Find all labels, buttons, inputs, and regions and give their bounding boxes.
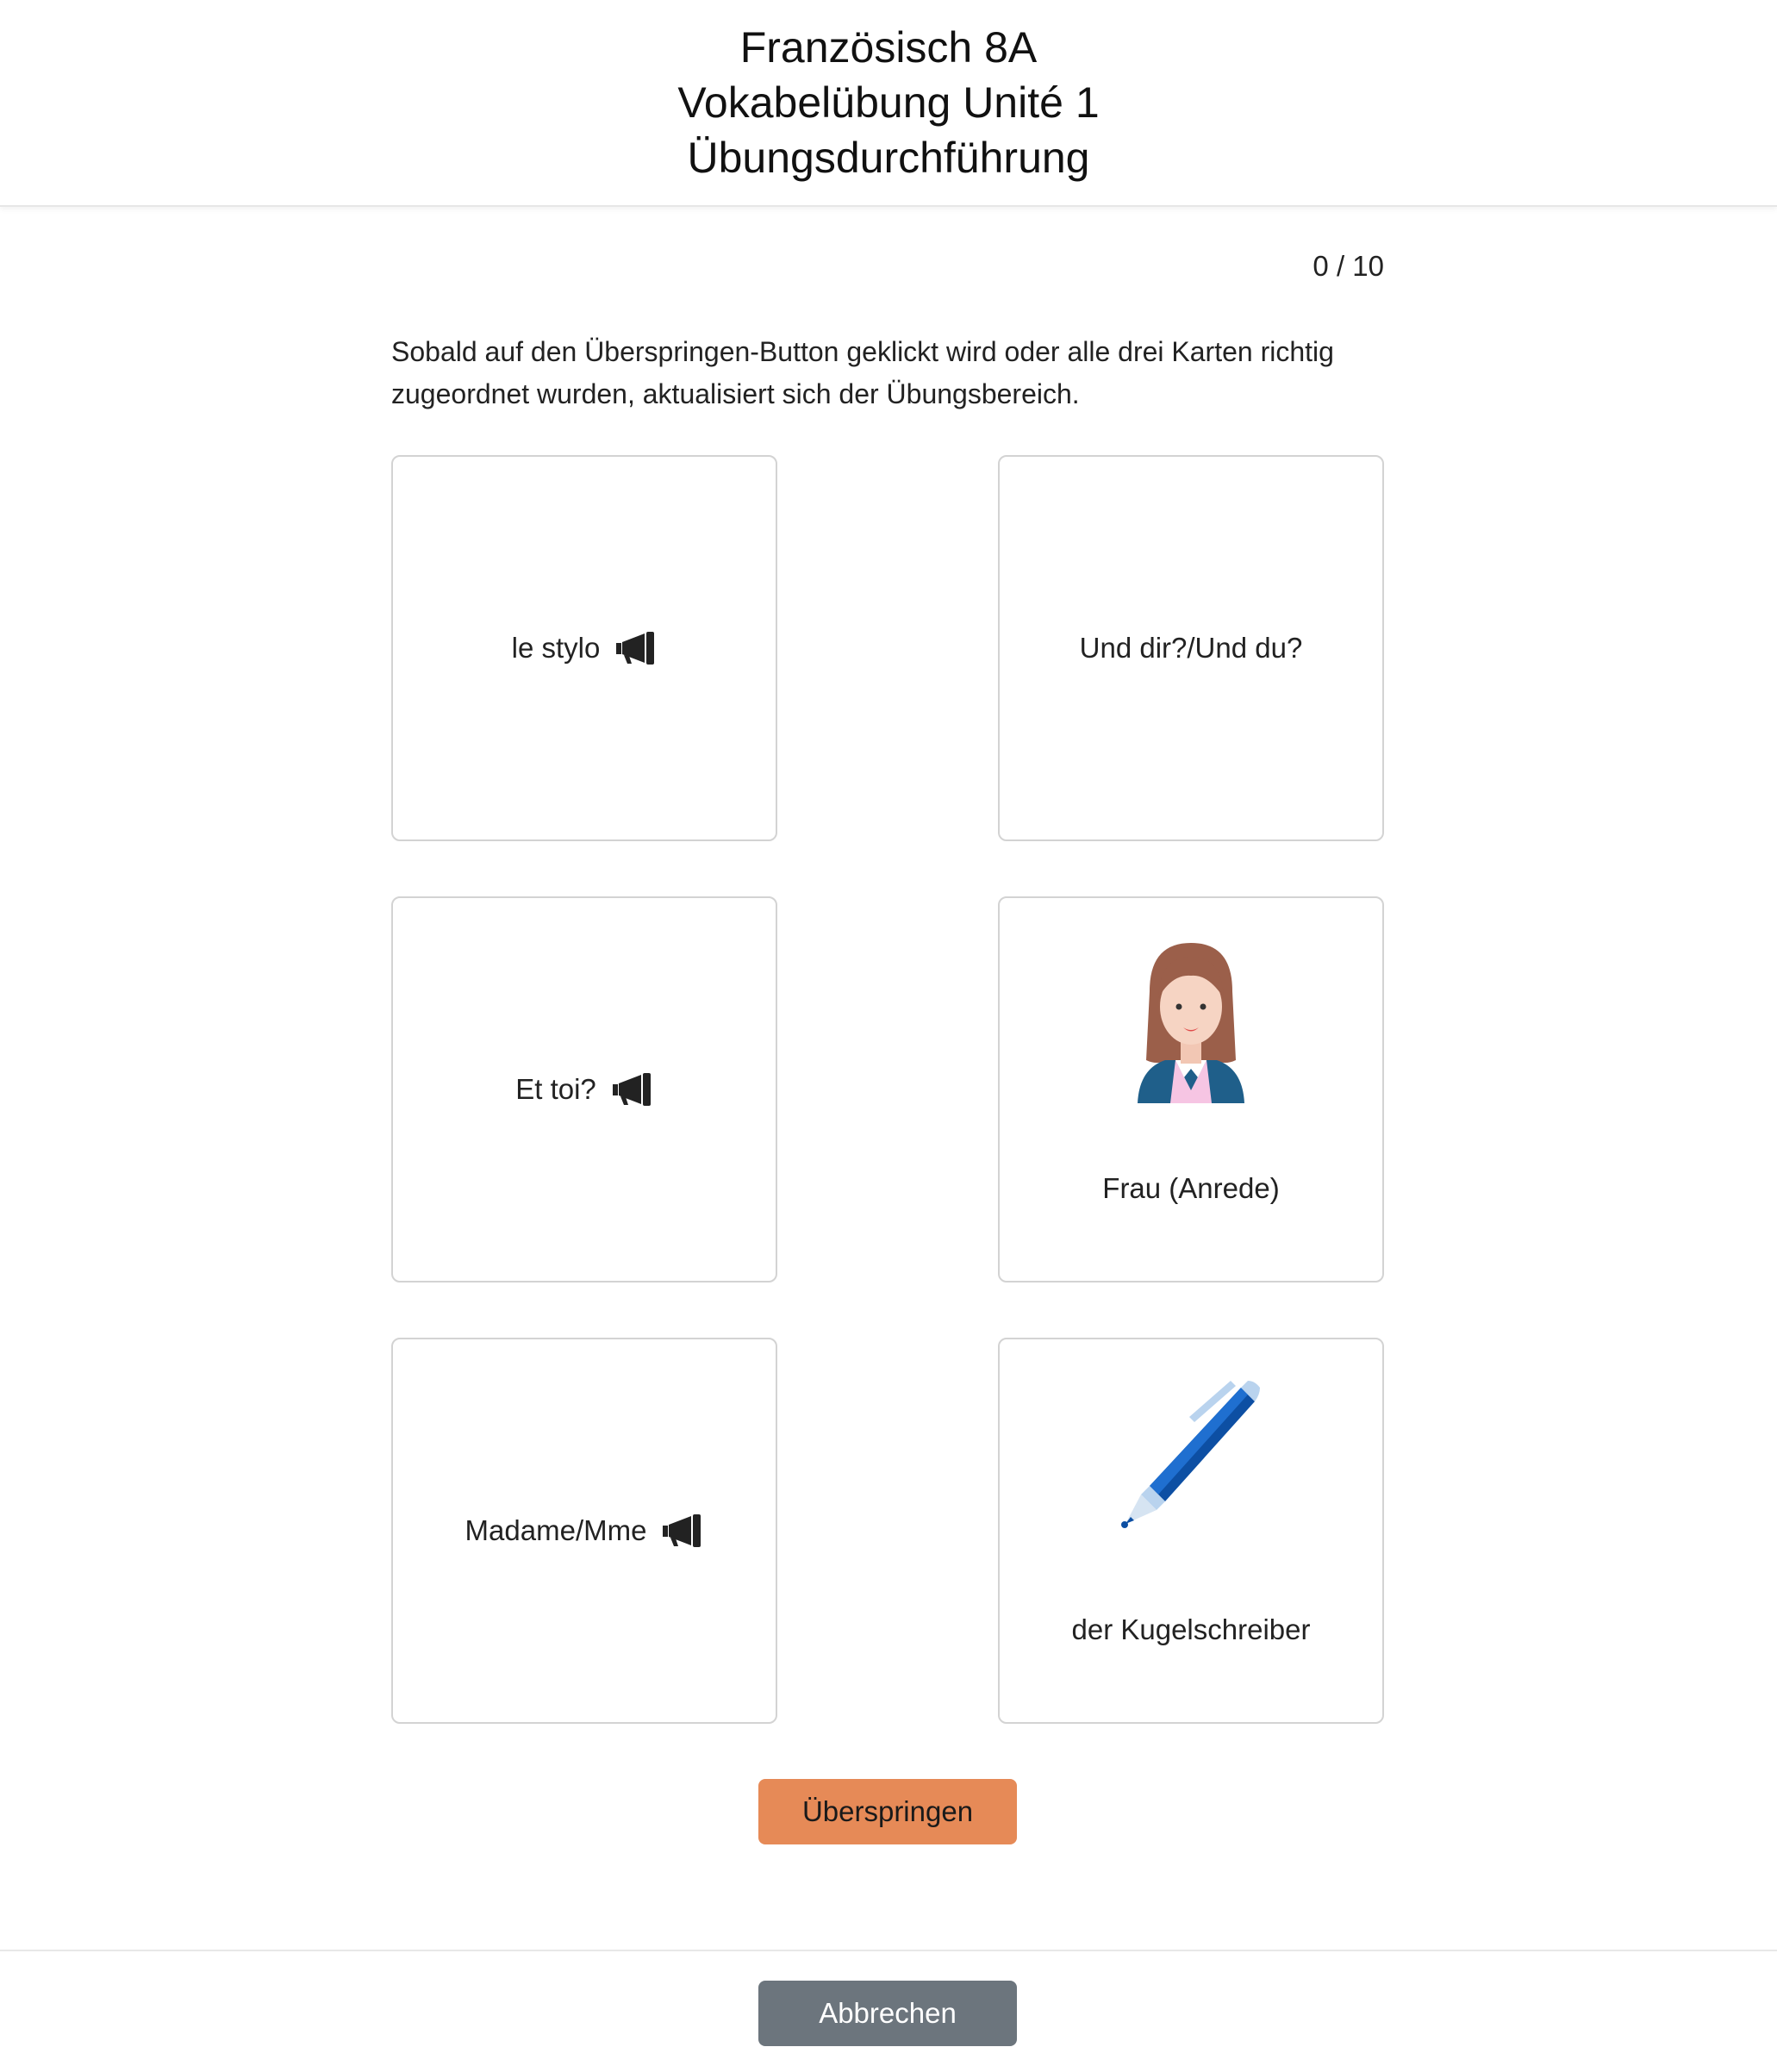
card-frau-anrede[interactable]: Frau (Anrede) bbox=[998, 896, 1384, 1283]
cancel-button[interactable]: Abbrechen bbox=[758, 1981, 1017, 2046]
card-label: Madame/Mme bbox=[465, 1514, 647, 1546]
card-madame[interactable]: Madame/Mme bbox=[391, 1338, 777, 1724]
card-label: Et toi? bbox=[515, 1073, 596, 1105]
course-title: Französisch 8A bbox=[739, 23, 1038, 72]
card-et-toi[interactable]: Et toi? bbox=[391, 896, 777, 1283]
card-und-dir[interactable]: Und dir?/Und du? bbox=[998, 455, 1384, 841]
progress-counter: 0 / 10 bbox=[1312, 250, 1384, 282]
instructions-text: Sobald auf den Überspringen-Button gekli… bbox=[391, 336, 1334, 409]
exercise-title: Vokabelübung Unité 1 bbox=[677, 78, 1100, 127]
card-label: der Kugelschreiber bbox=[1071, 1613, 1311, 1645]
card-label: le stylo bbox=[511, 632, 601, 664]
card-le-stylo[interactable]: le stylo bbox=[391, 455, 777, 841]
speaker-icon[interactable] bbox=[660, 1513, 703, 1549]
speaker-icon[interactable] bbox=[614, 630, 657, 666]
card-label: Und dir?/Und du? bbox=[1079, 632, 1303, 664]
page-footer: Abbrechen bbox=[0, 1950, 1777, 2072]
card-kugelschreiber[interactable]: der Kugelschreiber bbox=[998, 1338, 1384, 1724]
speaker-icon[interactable] bbox=[610, 1071, 653, 1108]
skip-button[interactable]: Überspringen bbox=[758, 1779, 1017, 1844]
page-header: Französisch 8A Vokabelübung Unité 1 Übun… bbox=[0, 0, 1777, 207]
pen-icon bbox=[1121, 1381, 1260, 1528]
card-label: Frau (Anrede) bbox=[1102, 1172, 1280, 1204]
page-subtitle: Übungsdurchführung bbox=[687, 134, 1090, 182]
woman-icon bbox=[1138, 943, 1244, 1103]
